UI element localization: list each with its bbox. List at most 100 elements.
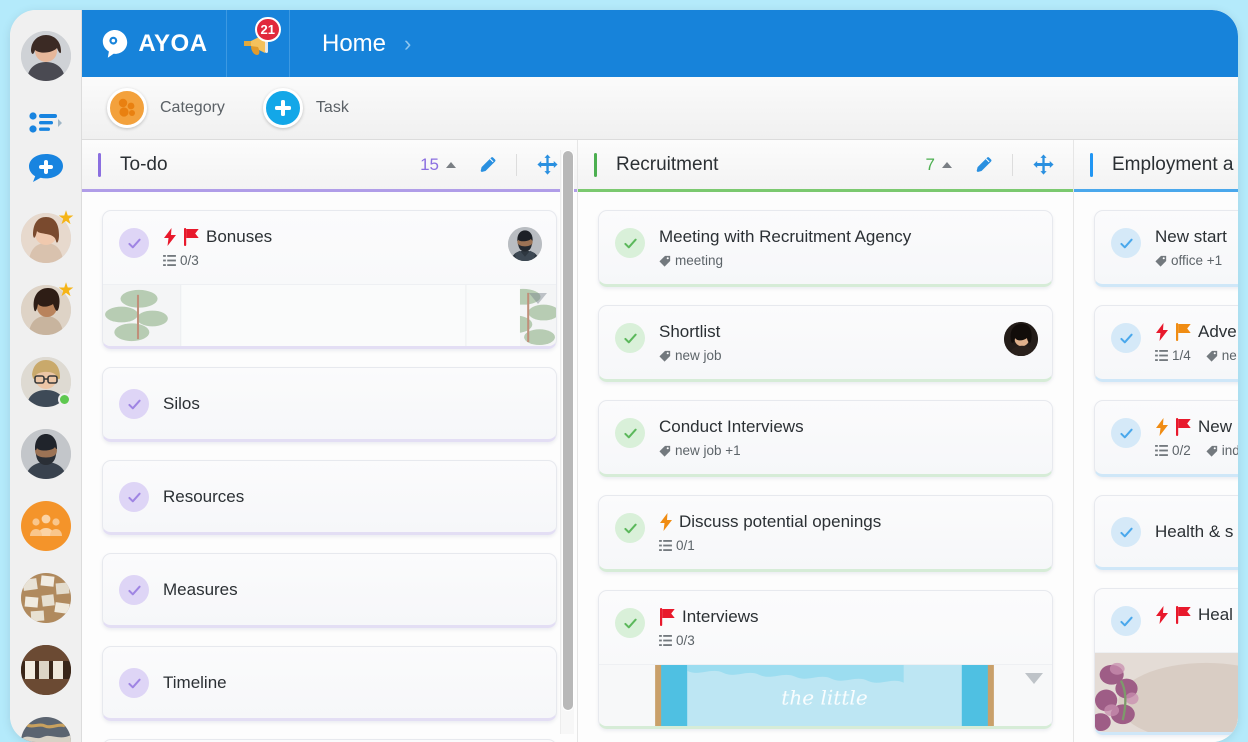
card-content: New start office +1 [1155, 227, 1238, 268]
move-column-button[interactable] [536, 153, 559, 176]
tag-meta: meeting [659, 253, 723, 268]
sidebar-item-board-thumb-2[interactable] [20, 645, 71, 695]
man-suit-photo [508, 227, 542, 261]
brand-logo[interactable]: AYOA [82, 10, 227, 77]
check-icon [127, 678, 141, 688]
card-assignee-avatar[interactable] [1004, 322, 1038, 356]
task-card[interactable]: Interviews 0/3 the little [598, 590, 1053, 729]
sidebar-item-board-thumb-1[interactable] [20, 573, 71, 623]
left-sidebar: ★ ★ [10, 10, 82, 742]
check-icon [623, 333, 637, 343]
expand-card-icon[interactable] [1025, 673, 1043, 684]
tag-icon [1206, 350, 1217, 362]
online-status-indicator [57, 393, 71, 406]
caret-up-icon[interactable] [446, 161, 456, 168]
task-card[interactable]: Measures [102, 553, 557, 628]
sidebar-item-new-chat[interactable] [21, 152, 71, 184]
complete-task-checkbox[interactable] [119, 575, 149, 605]
complete-task-checkbox[interactable] [119, 228, 149, 258]
sidebar-item-favourite-board-1[interactable]: ★ [20, 209, 75, 263]
complete-task-checkbox[interactable] [1111, 418, 1141, 448]
check-icon [1119, 238, 1133, 248]
complete-task-checkbox[interactable] [615, 513, 645, 543]
sidebar-item-contact-online[interactable] [20, 357, 71, 407]
card-title: Interviews [682, 607, 759, 626]
sidebar-item-board-thumb-3[interactable] [20, 717, 71, 742]
task-card[interactable]: Resources [102, 460, 557, 535]
complete-task-checkbox[interactable] [1111, 606, 1141, 636]
card-title: Silos [163, 393, 200, 413]
tag-icon [659, 255, 671, 267]
add-category-button[interactable]: Category [107, 88, 225, 128]
column-scrollbar[interactable] [560, 150, 574, 734]
card-row: New 0/2 ind [1095, 401, 1238, 474]
complete-task-checkbox[interactable] [615, 608, 645, 638]
move-arrows-icon [1033, 154, 1054, 175]
desk-photo [20, 573, 71, 623]
add-task-button[interactable]: Task [262, 88, 349, 128]
sidebar-item-team-board[interactable] [20, 501, 71, 551]
card-title-line: New start [1155, 227, 1238, 247]
column-scrollbar-thumb[interactable] [562, 150, 574, 711]
complete-task-checkbox[interactable] [615, 418, 645, 448]
tag-icon [1155, 255, 1167, 267]
sidebar-item-activity-feed[interactable] [21, 110, 71, 136]
card-row: Discuss potential openings 0/1 [599, 496, 1052, 569]
notifications-button[interactable]: 21 [227, 10, 290, 77]
card-title: Health & s [1155, 521, 1234, 541]
checklist-count: 1/4 [1172, 348, 1191, 363]
task-card[interactable]: Silos [102, 367, 557, 442]
task-card[interactable]: Timeline [102, 646, 557, 721]
star-icon: ★ [57, 208, 75, 229]
card-content: Shortlist new job [659, 322, 996, 363]
task-card[interactable]: Health & s [1094, 495, 1238, 570]
red-flag-icon [1176, 606, 1191, 624]
tag-icon [1206, 445, 1217, 457]
edit-column-button[interactable] [477, 154, 499, 176]
complete-task-checkbox[interactable] [1111, 517, 1141, 547]
move-arrows-icon [537, 154, 558, 175]
move-column-button[interactable] [1032, 153, 1055, 176]
expand-card-icon[interactable] [529, 293, 547, 304]
task-card[interactable]: Shortlist new job [598, 305, 1053, 382]
checklist-count: 0/3 [180, 253, 199, 268]
card-content: Conduct Interviews new job +1 [659, 417, 1038, 458]
category-circles-icon [107, 88, 147, 128]
task-card[interactable]: Discuss potential openings 0/1 [598, 495, 1053, 572]
plus-icon [262, 88, 303, 128]
kanban-board: To-do 15 Bonuses 0/3 Silos Resources Mea… [82, 140, 1238, 742]
app-window: ★ ★ AYOA 21 Home › Category Task To-do 1… [10, 10, 1238, 742]
card-row: Bonuses 0/3 [103, 211, 556, 284]
checklist-count: 0/3 [676, 633, 695, 648]
complete-task-checkbox[interactable] [119, 482, 149, 512]
complete-task-checkbox[interactable] [119, 389, 149, 419]
task-card[interactable]: Heal [1094, 588, 1238, 735]
board-toolbar: Category Task [82, 77, 1238, 140]
column-header: Employment a [1074, 140, 1238, 192]
complete-task-checkbox[interactable] [119, 668, 149, 698]
task-card[interactable]: Bonuses 0/3 [102, 210, 557, 349]
sidebar-item-user-avatar[interactable] [20, 31, 71, 81]
caret-up-icon[interactable] [942, 161, 952, 168]
task-card[interactable]: New start office +1 [1094, 210, 1238, 287]
task-card[interactable]: New 0/2 ind [1094, 400, 1238, 477]
card-assignee-avatar[interactable] [508, 227, 542, 261]
edit-column-button[interactable] [973, 154, 995, 176]
task-card[interactable]: Meeting with Recruitment Agency meeting [598, 210, 1053, 287]
map-photo [20, 717, 71, 742]
complete-task-checkbox[interactable] [615, 228, 645, 258]
column-title: Recruitment [616, 153, 719, 175]
task-card[interactable]: Adve 1/4 ne [1094, 305, 1238, 382]
complete-task-checkbox[interactable] [615, 323, 645, 353]
sidebar-item-favourite-board-2[interactable]: ★ [20, 281, 75, 335]
avatar [20, 717, 71, 742]
check-icon [127, 492, 141, 502]
check-icon [623, 523, 637, 533]
card-title: Discuss potential openings [679, 512, 882, 531]
task-card[interactable]: Conduct Interviews new job +1 [598, 400, 1053, 477]
column-title: To-do [120, 153, 168, 175]
complete-task-checkbox[interactable] [1111, 228, 1141, 258]
complete-task-checkbox[interactable] [1111, 323, 1141, 353]
sidebar-item-contact-man[interactable] [20, 429, 71, 479]
breadcrumb-home[interactable]: Home [322, 30, 386, 58]
